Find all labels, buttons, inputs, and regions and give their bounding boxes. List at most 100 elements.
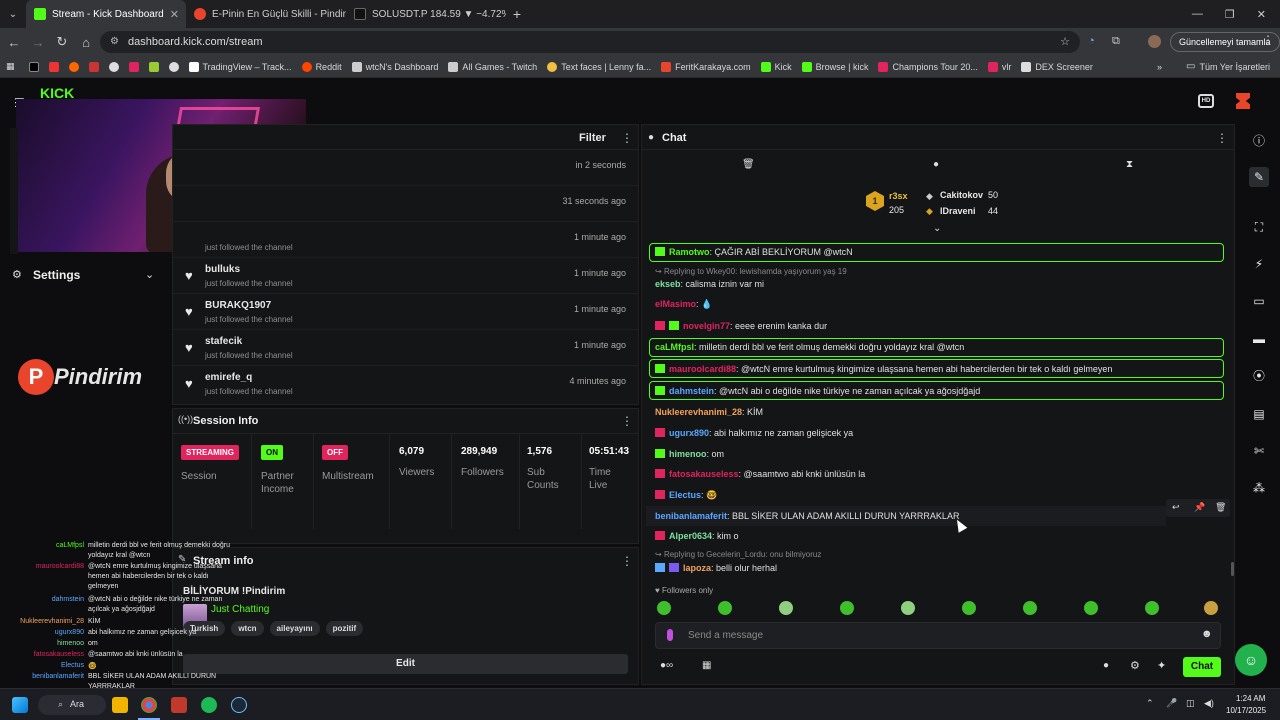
chat-tab-icon[interactable]: ● xyxy=(933,159,939,170)
bookmark-icon[interactable] xyxy=(108,61,119,72)
emote-icon[interactable] xyxy=(1084,601,1098,615)
new-tab-icon[interactable]: + xyxy=(506,6,528,22)
chat-settings-bubble-icon[interactable]: ● xyxy=(1103,660,1109,671)
chat-username[interactable]: caLMfpsl xyxy=(655,342,694,352)
wrench-icon[interactable]: ✄ xyxy=(1249,441,1269,461)
chat-username[interactable]: ekseb xyxy=(655,279,681,289)
partner-income-toggle[interactable]: ON xyxy=(261,445,283,460)
x-bookmark-icon[interactable] xyxy=(28,61,39,72)
emote-icon[interactable] xyxy=(901,601,915,615)
forward-icon[interactable]: → xyxy=(26,35,50,50)
youtube-bookmark-icon[interactable] xyxy=(48,61,59,72)
bookmark-lenny[interactable]: Text faces | Lenny fa... xyxy=(547,61,651,72)
bookmark-icon[interactable] xyxy=(128,61,139,72)
send-chat-button[interactable]: Chat xyxy=(1183,657,1221,677)
points-icon[interactable]: ●∞ xyxy=(660,660,673,671)
event-name[interactable]: emirefe_q xyxy=(205,372,252,383)
tv-mode-icon[interactable]: HD xyxy=(1198,94,1214,108)
chat-menu-icon[interactable]: ⋮ xyxy=(1216,131,1228,145)
edit-pencil-icon[interactable]: ✎ xyxy=(1249,167,1269,187)
reload-icon[interactable]: ↻ xyxy=(50,34,74,50)
site-info-icon[interactable]: ⚙ xyxy=(110,31,119,53)
tab-kick-dashboard[interactable]: Stream - Kick Dashboard ✕ xyxy=(26,0,186,28)
edit-button[interactable]: Edit xyxy=(183,654,628,674)
delete-icon[interactable]: 🗑 xyxy=(1215,502,1226,513)
bookmark-vlr[interactable]: vlr xyxy=(987,61,1011,72)
close-tab-icon[interactable]: ✕ xyxy=(170,8,179,21)
tag[interactable]: pozitif xyxy=(325,621,364,636)
chat-username[interactable]: Ramotwo xyxy=(669,247,710,257)
chat-scrollbar[interactable] xyxy=(1231,562,1234,576)
bookmark-icon[interactable] xyxy=(168,61,179,72)
volume-icon[interactable]: ◀) xyxy=(1204,698,1214,709)
all-bookmarks[interactable]: ▭ Tüm Yer İşaretleri xyxy=(1186,61,1270,72)
document-icon[interactable]: ▭ xyxy=(1249,291,1269,311)
bookmark-kick[interactable]: Kick xyxy=(760,61,792,72)
emote-icon[interactable] xyxy=(657,601,671,615)
community-icon[interactable]: ⁂ xyxy=(1249,478,1269,498)
bookmark-icon[interactable] xyxy=(148,61,159,72)
back-icon[interactable]: ← xyxy=(2,35,26,50)
bookmark-tradingview[interactable]: TradingView – Track... xyxy=(188,61,292,72)
reply-icon[interactable]: ↩ xyxy=(1172,502,1180,513)
support-chat-icon[interactable]: ☺ xyxy=(1235,644,1267,676)
chat-username[interactable]: Electus xyxy=(669,490,701,500)
microphone-icon[interactable]: 🎤 xyxy=(1166,698,1177,709)
event-name[interactable]: stafecik xyxy=(205,336,242,347)
clock-time[interactable]: 1:24 AM xyxy=(1236,694,1265,703)
pin-icon[interactable]: 📌 xyxy=(1194,502,1205,513)
stream-info-menu-icon[interactable]: ⋮ xyxy=(621,554,633,568)
bookmark-dexscreener[interactable]: DEX Screener xyxy=(1021,61,1093,72)
chat-username[interactable]: Nukleerevhanimi_28 xyxy=(655,407,742,417)
chrome-icon[interactable] xyxy=(141,697,157,713)
emote-icon[interactable] xyxy=(779,601,793,615)
bookmark-wtcn[interactable]: wtcN's Dashboard xyxy=(351,61,438,72)
hourglass-icon[interactable]: ⧗ xyxy=(1126,159,1133,170)
trash-icon[interactable]: 🗑 xyxy=(742,159,755,170)
store-icon[interactable]: ▦ xyxy=(702,660,711,671)
chat-username[interactable]: fatosakauseless xyxy=(669,469,739,479)
bookmark-star-icon[interactable]: ☆ xyxy=(1060,31,1070,53)
event-name[interactable]: bulluks xyxy=(205,264,240,275)
broadcast-icon[interactable]: ⦿ xyxy=(1249,366,1269,386)
windows-start-icon[interactable] xyxy=(12,697,28,713)
gift-icon[interactable]: ✦ xyxy=(1157,659,1166,672)
mic-icon[interactable] xyxy=(667,629,673,641)
bookmark-twitch[interactable]: All Games - Twitch xyxy=(448,61,537,72)
profile-avatar[interactable] xyxy=(1148,35,1161,48)
home-icon[interactable]: ⌂ xyxy=(74,35,98,50)
emote-icon[interactable] xyxy=(718,601,732,615)
spotify-icon[interactable] xyxy=(201,697,217,713)
filter-button[interactable]: Filter xyxy=(579,132,606,144)
taskbar-search[interactable]: ⌕ Ara xyxy=(38,695,106,715)
bookmark-browse-kick[interactable]: Browse | kick xyxy=(801,61,868,72)
chat-username[interactable]: ugurx890 xyxy=(669,428,709,438)
tag[interactable]: wtcn xyxy=(231,621,264,636)
clock-date[interactable]: 10/17/2025 xyxy=(1226,706,1266,715)
bookmark-feritkarakaya[interactable]: FeritKarakaya.com xyxy=(661,61,751,72)
chat-settings-gear-icon[interactable]: ⚙ xyxy=(1130,659,1140,672)
app-icon[interactable] xyxy=(171,697,187,713)
emote-icon[interactable] xyxy=(1204,601,1218,615)
chat-username[interactable]: lapoza xyxy=(683,563,711,573)
network-icon[interactable]: ◫ xyxy=(1186,698,1195,709)
fullscreen-icon[interactable]: ⛶ xyxy=(1249,217,1269,237)
file-explorer-icon[interactable] xyxy=(112,697,128,713)
translate-icon[interactable]: ◔ xyxy=(1088,35,1102,49)
bookmark-reddit[interactable]: Reddit xyxy=(301,61,342,72)
tag[interactable]: aileyayını xyxy=(269,621,320,636)
emote-icon[interactable] xyxy=(1145,601,1159,615)
emote-icon[interactable] xyxy=(962,601,976,615)
steam-icon[interactable] xyxy=(231,697,247,713)
apps-icon[interactable]: ▦ xyxy=(6,61,15,72)
chat-input[interactable]: Send a message ☻ xyxy=(655,622,1221,649)
emote-icon[interactable] xyxy=(840,601,854,615)
tray-chevron-icon[interactable]: ⌃ xyxy=(1146,698,1154,709)
maximize-icon[interactable]: ❐ xyxy=(1225,8,1235,21)
bookmark-icon[interactable] xyxy=(68,61,79,72)
events-menu-icon[interactable]: ⋮ xyxy=(621,131,633,145)
session-menu-icon[interactable]: ⋮ xyxy=(621,414,633,428)
chevron-down-icon[interactable]: ⌄ xyxy=(145,268,154,281)
close-window-icon[interactable]: ✕ xyxy=(1257,8,1266,21)
printer-icon[interactable]: ▤ xyxy=(1249,404,1269,424)
